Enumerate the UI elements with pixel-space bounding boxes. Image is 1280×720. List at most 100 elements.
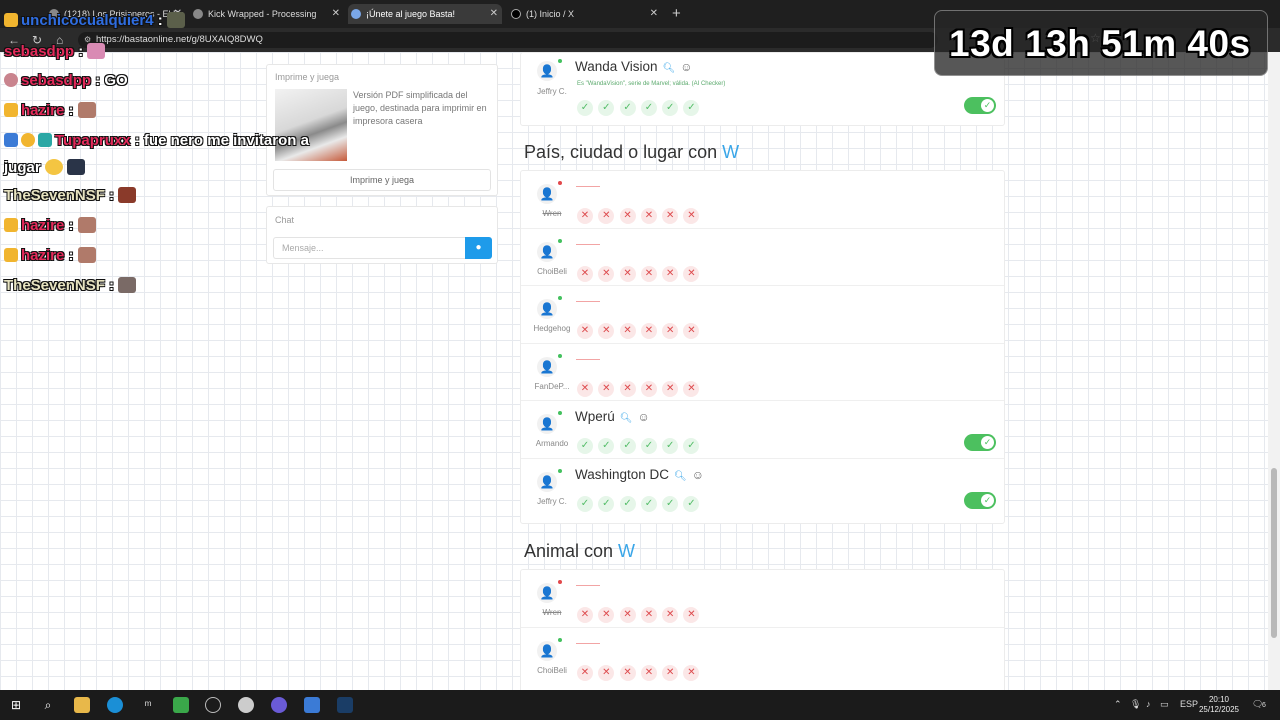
check-icon[interactable]: ✓ xyxy=(598,100,615,116)
check-icon[interactable]: ✓ xyxy=(683,100,700,116)
tab-basta[interactable]: ¡Únete al juego Basta! ✕ xyxy=(348,4,502,24)
new-tab-button[interactable]: + xyxy=(672,4,681,24)
scrollbar-thumb[interactable] xyxy=(1271,468,1277,638)
x-icon[interactable]: ✕ xyxy=(640,664,657,681)
x-icon[interactable]: ✕ xyxy=(662,664,679,681)
check-icon[interactable]: ✓ xyxy=(662,438,679,454)
check-icon[interactable]: ✓ xyxy=(598,495,615,512)
check-icon[interactable]: ✓ xyxy=(577,100,593,116)
url-field[interactable]: ⚙ https://bastaonline.net/g/8UXAIQ8DWQ xyxy=(78,32,938,48)
obs-icon[interactable] xyxy=(205,697,221,713)
search-icon[interactable]: 🔍︎ xyxy=(663,63,676,74)
x-icon[interactable]: ✕ xyxy=(662,323,679,339)
close-icon[interactable]: ✕ xyxy=(332,4,340,24)
check-icon[interactable]: ✓ xyxy=(662,100,679,116)
x-icon[interactable]: ✕ xyxy=(577,607,593,623)
tab-kick-wrapped[interactable]: Kick Wrapped - Processing ✕ xyxy=(190,4,344,24)
check-icon[interactable]: ✓ xyxy=(598,438,615,454)
windows-start-icon[interactable]: ⊞ xyxy=(8,697,24,713)
x-icon[interactable]: ✕ xyxy=(640,323,657,339)
close-icon[interactable]: ✕ xyxy=(490,4,498,24)
print-thumbnail[interactable] xyxy=(275,89,347,161)
x-icon[interactable]: ✕ xyxy=(640,265,657,282)
x-icon[interactable]: ✕ xyxy=(577,323,593,339)
player-name: Jeffry C. xyxy=(537,496,567,506)
search-icon[interactable]: 🔍︎ xyxy=(620,413,633,424)
valid-toggle[interactable]: ✓ xyxy=(964,97,996,114)
x-icon[interactable]: ✕ xyxy=(619,265,636,282)
check-icon[interactable]: ✓ xyxy=(640,438,657,454)
app-icon[interactable]: ᵐ xyxy=(140,697,156,713)
speaker-icon[interactable]: ♪ xyxy=(1146,699,1151,709)
app-icon[interactable] xyxy=(238,697,254,713)
check-icon: ✓ xyxy=(981,99,994,112)
empty-answer xyxy=(576,301,600,302)
discord-icon[interactable] xyxy=(271,697,287,713)
user-icon: 👤 xyxy=(537,299,557,319)
x-icon[interactable]: ✕ xyxy=(619,607,636,623)
check-icon[interactable]: ✓ xyxy=(640,100,657,116)
chat-username: TheSevenNSF xyxy=(4,277,105,294)
tab-x-inicio[interactable]: (1) Inicio / X ✕ xyxy=(508,4,662,24)
page-scrollbar[interactable] xyxy=(1268,52,1280,690)
check-icon[interactable]: ✓ xyxy=(683,495,700,512)
check-icon[interactable]: ✓ xyxy=(619,438,636,454)
check-icon[interactable]: ✓ xyxy=(619,100,636,116)
x-icon[interactable]: ✕ xyxy=(640,208,657,224)
x-icon[interactable]: ✕ xyxy=(598,208,615,224)
network-icon[interactable]: ▭ xyxy=(1160,699,1169,710)
valid-toggle[interactable]: ✓ xyxy=(964,434,996,451)
taskbar-clock[interactable]: 20:10 25/12/2025 xyxy=(1196,695,1242,715)
x-icon[interactable]: ✕ xyxy=(598,664,615,681)
smiley-icon[interactable]: ☺ xyxy=(680,60,692,74)
x-icon[interactable]: ✕ xyxy=(598,607,615,623)
search-icon[interactable]: 🔍︎ xyxy=(674,471,687,482)
x-icon[interactable]: ✕ xyxy=(683,208,700,224)
check-icon[interactable]: ✓ xyxy=(577,438,593,454)
x-icon[interactable]: ✕ xyxy=(662,265,679,282)
app-icon[interactable] xyxy=(304,697,320,713)
x-icon[interactable]: ✕ xyxy=(662,380,679,397)
x-icon[interactable]: ✕ xyxy=(683,265,700,282)
x-icon[interactable]: ✕ xyxy=(577,380,593,397)
chat-message-input[interactable]: Mensaje... xyxy=(273,237,465,259)
chevron-up-icon[interactable]: ⌃ xyxy=(1114,699,1122,710)
microphone-icon[interactable]: 🎙︎ xyxy=(1130,699,1141,710)
print-button[interactable]: Imprime y juega xyxy=(273,169,491,191)
x-icon[interactable]: ✕ xyxy=(640,380,657,397)
url-text: https://bastaonline.net/g/8UXAIQ8DWQ xyxy=(96,34,263,45)
search-icon[interactable]: ⌕ xyxy=(40,697,56,713)
x-icon[interactable]: ✕ xyxy=(598,380,615,397)
x-icon[interactable]: ✕ xyxy=(598,323,615,339)
x-icon[interactable]: ✕ xyxy=(640,607,657,623)
close-icon[interactable]: ✕ xyxy=(650,4,658,24)
file-explorer-icon[interactable] xyxy=(74,697,90,713)
check-icon[interactable]: ✓ xyxy=(577,495,593,512)
steam-icon[interactable] xyxy=(337,697,353,713)
smiley-icon[interactable]: ☺ xyxy=(692,468,704,482)
x-icon[interactable]: ✕ xyxy=(683,380,700,397)
check-icon[interactable]: ✓ xyxy=(662,495,679,512)
valid-toggle[interactable]: ✓ xyxy=(964,491,996,509)
x-icon[interactable]: ✕ xyxy=(577,208,593,224)
x-icon[interactable]: ✕ xyxy=(619,664,636,681)
x-icon[interactable]: ✕ xyxy=(598,265,615,282)
x-icon[interactable]: ✕ xyxy=(577,664,593,681)
x-icon[interactable]: ✕ xyxy=(619,323,636,339)
check-icon[interactable]: ✓ xyxy=(683,438,700,454)
send-button[interactable]: ● xyxy=(465,237,492,259)
x-icon[interactable]: ✕ xyxy=(683,323,700,339)
check-icon[interactable]: ✓ xyxy=(640,495,657,512)
x-icon[interactable]: ✕ xyxy=(683,607,700,623)
x-icon[interactable]: ✕ xyxy=(683,664,700,681)
x-icon[interactable]: ✕ xyxy=(577,265,593,282)
minecraft-icon[interactable] xyxy=(173,697,189,713)
online-indicator xyxy=(558,59,562,63)
x-icon[interactable]: ✕ xyxy=(619,208,636,224)
edge-browser-icon[interactable] xyxy=(107,697,123,713)
check-icon[interactable]: ✓ xyxy=(619,495,636,512)
x-icon[interactable]: ✕ xyxy=(619,380,636,397)
x-icon[interactable]: ✕ xyxy=(662,607,679,623)
x-icon[interactable]: ✕ xyxy=(662,208,679,224)
smiley-icon[interactable]: ☺ xyxy=(637,410,649,424)
